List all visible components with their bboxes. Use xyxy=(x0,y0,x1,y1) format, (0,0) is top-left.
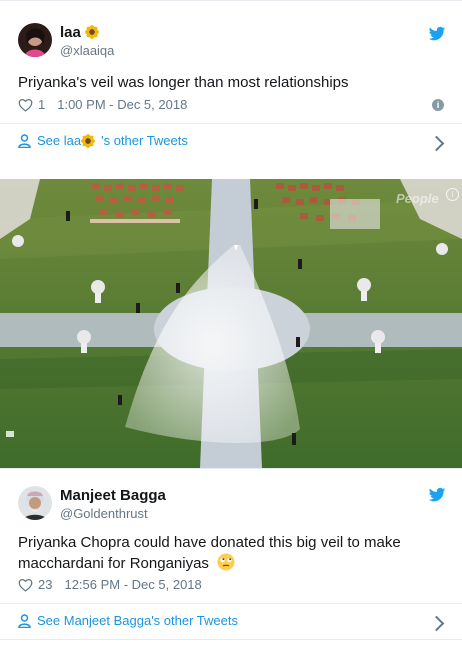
heart-icon[interactable] xyxy=(18,578,33,592)
person-icon xyxy=(18,133,31,148)
sunflower-emoji xyxy=(85,25,99,39)
twitter-bird-icon[interactable] xyxy=(428,25,446,43)
info-icon[interactable]: i xyxy=(432,99,444,111)
eye-roll-emoji xyxy=(217,553,235,571)
tweet-card-2: Manjeet Bagga @Goldenthrust Priyanka Cho… xyxy=(0,468,462,652)
chevron-right-icon[interactable] xyxy=(428,615,445,632)
divider xyxy=(0,123,462,124)
tweet-text: Priyanka's veil was longer than most rel… xyxy=(18,74,349,91)
tweet-meta: 23 12:56 PM - Dec 5, 2018 xyxy=(18,577,202,592)
wedding-photo-image xyxy=(0,179,462,468)
tweet-text: Priyanka Chopra could have donated this … xyxy=(18,532,401,574)
twitter-bird-icon[interactable] xyxy=(428,486,446,504)
divider xyxy=(0,639,462,640)
display-name[interactable]: Manjeet Bagga xyxy=(60,487,166,504)
timestamp[interactable]: 12:56 PM - Dec 5, 2018 xyxy=(64,577,201,592)
tweet-meta: 1 1:00 PM - Dec 5, 2018 xyxy=(18,97,187,112)
info-icon[interactable]: i xyxy=(446,188,459,201)
display-name[interactable]: laa xyxy=(60,24,99,41)
tweet-text-line: macchardani for Ronganiyas xyxy=(18,553,401,574)
sunflower-emoji xyxy=(81,133,96,148)
like-count: 1 xyxy=(38,97,46,112)
tweet-text-line: Priyanka Chopra could have donated this … xyxy=(18,534,401,551)
see-other-tweets-link[interactable]: See Manjeet Bagga's other Tweets xyxy=(18,613,238,628)
avatar[interactable] xyxy=(18,486,52,520)
tweet-card-1: laa @xlaaiqa Priyanka's veil was longer … xyxy=(0,0,462,163)
user-handle[interactable]: @Goldenthrust xyxy=(60,506,148,521)
wedding-photo[interactable]: People i xyxy=(0,179,462,468)
avatar[interactable] xyxy=(18,23,52,57)
see-other-tweets-link[interactable]: See laa 's other Tweets xyxy=(18,133,188,148)
divider xyxy=(0,603,462,604)
like-count: 23 xyxy=(38,577,53,592)
timestamp[interactable]: 1:00 PM - Dec 5, 2018 xyxy=(57,97,187,112)
heart-icon[interactable] xyxy=(18,98,33,112)
photo-watermark: People xyxy=(396,191,439,206)
user-handle[interactable]: @xlaaiqa xyxy=(60,43,114,58)
person-icon xyxy=(18,613,31,628)
chevron-right-icon[interactable] xyxy=(428,135,445,152)
